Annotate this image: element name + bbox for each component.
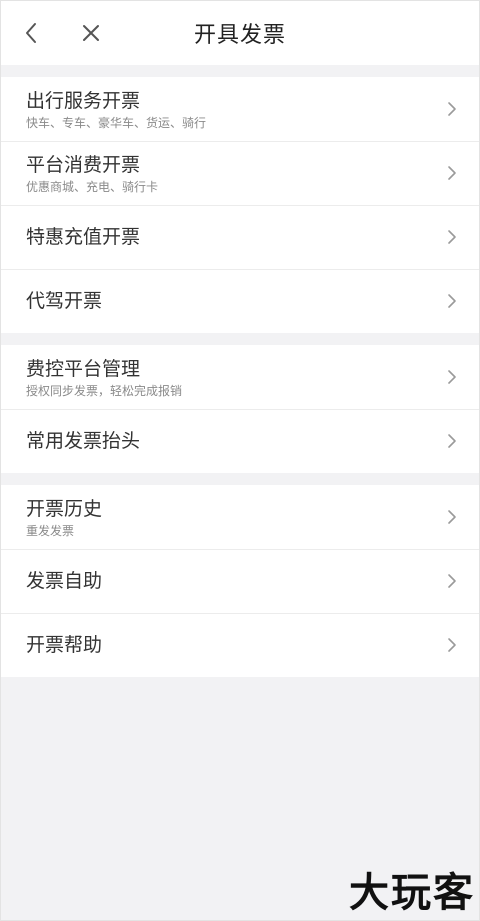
menu-item-subtitle: 重发发票 xyxy=(26,523,75,538)
close-button[interactable] xyxy=(75,17,107,49)
watermark-logo: 大玩客 xyxy=(349,869,475,916)
section-divider xyxy=(1,333,479,345)
chevron-right-icon xyxy=(445,572,459,590)
section-divider xyxy=(1,65,479,77)
menu-item-platform-invoice[interactable]: 平台消费开票 优惠商城、充电、骑行卡 xyxy=(1,141,479,205)
menu-item-travel-invoice[interactable]: 出行服务开票 快车、专车、豪华车、货运、骑行 xyxy=(1,77,479,141)
chevron-left-icon xyxy=(26,23,36,43)
menu-item-subtitle: 优惠商城、充电、骑行卡 xyxy=(26,179,159,194)
menu-item-subtitle: 快车、专车、豪华车、货运、骑行 xyxy=(26,115,207,130)
menu-item-label: 发票自助 xyxy=(26,570,103,592)
chevron-right-icon xyxy=(445,636,459,654)
menu-item-designated-driver-invoice[interactable]: 代驾开票 xyxy=(1,269,479,333)
menu-item-invoice-history[interactable]: 开票历史 重发发票 xyxy=(1,485,479,549)
menu-item-invoice-self-service[interactable]: 发票自助 xyxy=(1,549,479,613)
menu-item-label: 特惠充值开票 xyxy=(26,226,141,248)
menu-item-subtitle: 授权同步发票，轻松完成报销 xyxy=(26,383,183,398)
nav-header: 开具发票 xyxy=(1,1,479,65)
chevron-right-icon xyxy=(445,164,459,182)
menu-item-expense-platform[interactable]: 费控平台管理 授权同步发票，轻松完成报销 xyxy=(1,345,479,409)
menu-item-label: 开票历史 xyxy=(26,497,103,520)
back-button[interactable] xyxy=(15,17,47,49)
chevron-right-icon xyxy=(445,368,459,386)
invoice-group-management: 费控平台管理 授权同步发票，轻松完成报销 常用发票抬头 xyxy=(1,345,479,473)
chevron-right-icon xyxy=(445,228,459,246)
close-icon xyxy=(83,25,99,41)
menu-item-label: 开票帮助 xyxy=(26,634,103,656)
invoice-group-main: 出行服务开票 快车、专车、豪华车、货运、骑行 平台消费开票 优惠商城、充电、骑行… xyxy=(1,77,479,333)
chevron-right-icon xyxy=(445,508,459,526)
menu-item-label: 代驾开票 xyxy=(26,290,103,312)
menu-item-recharge-invoice[interactable]: 特惠充值开票 xyxy=(1,205,479,269)
menu-item-invoice-titles[interactable]: 常用发票抬头 xyxy=(1,409,479,473)
menu-item-label: 常用发票抬头 xyxy=(26,430,141,452)
menu-item-label: 平台消费开票 xyxy=(26,153,141,176)
menu-item-label: 出行服务开票 xyxy=(26,89,141,112)
chevron-right-icon xyxy=(445,432,459,450)
section-divider xyxy=(1,473,479,485)
chevron-right-icon xyxy=(445,292,459,310)
menu-item-invoice-help[interactable]: 开票帮助 xyxy=(1,613,479,677)
page-title: 开具发票 xyxy=(193,23,286,48)
menu-item-label: 费控平台管理 xyxy=(26,357,141,380)
chevron-right-icon xyxy=(445,100,459,118)
invoice-group-history: 开票历史 重发发票 发票自助 开票帮助 xyxy=(1,485,479,677)
